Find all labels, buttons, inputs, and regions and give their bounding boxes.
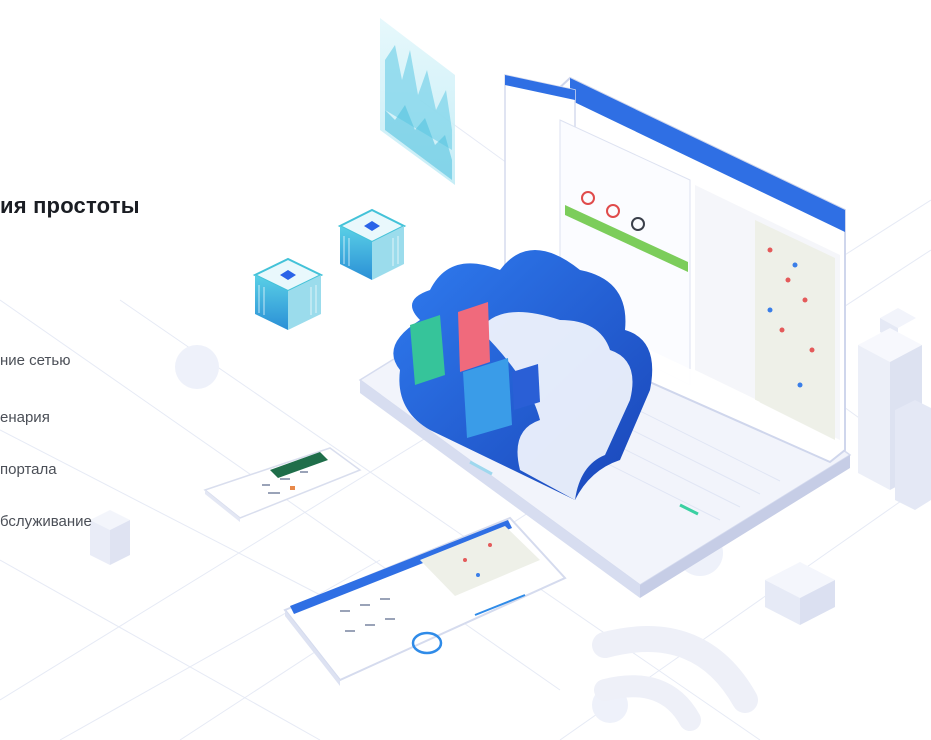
floating-chart-panel xyxy=(380,18,455,185)
feature-item-network: ние сетью xyxy=(0,352,71,369)
server-cube-icon xyxy=(337,208,407,280)
server-cube-icon xyxy=(252,257,324,330)
isometric-cloud-illustration xyxy=(0,18,931,740)
headline: ия простоты xyxy=(0,193,140,218)
building-blocks xyxy=(858,328,931,510)
feature-item-service: бслуживание xyxy=(0,513,92,530)
feature-item-portal: портала xyxy=(0,461,57,478)
cloud-icon xyxy=(393,250,653,500)
feature-item-scenario: енария xyxy=(0,409,50,426)
tablet-device xyxy=(283,516,567,686)
